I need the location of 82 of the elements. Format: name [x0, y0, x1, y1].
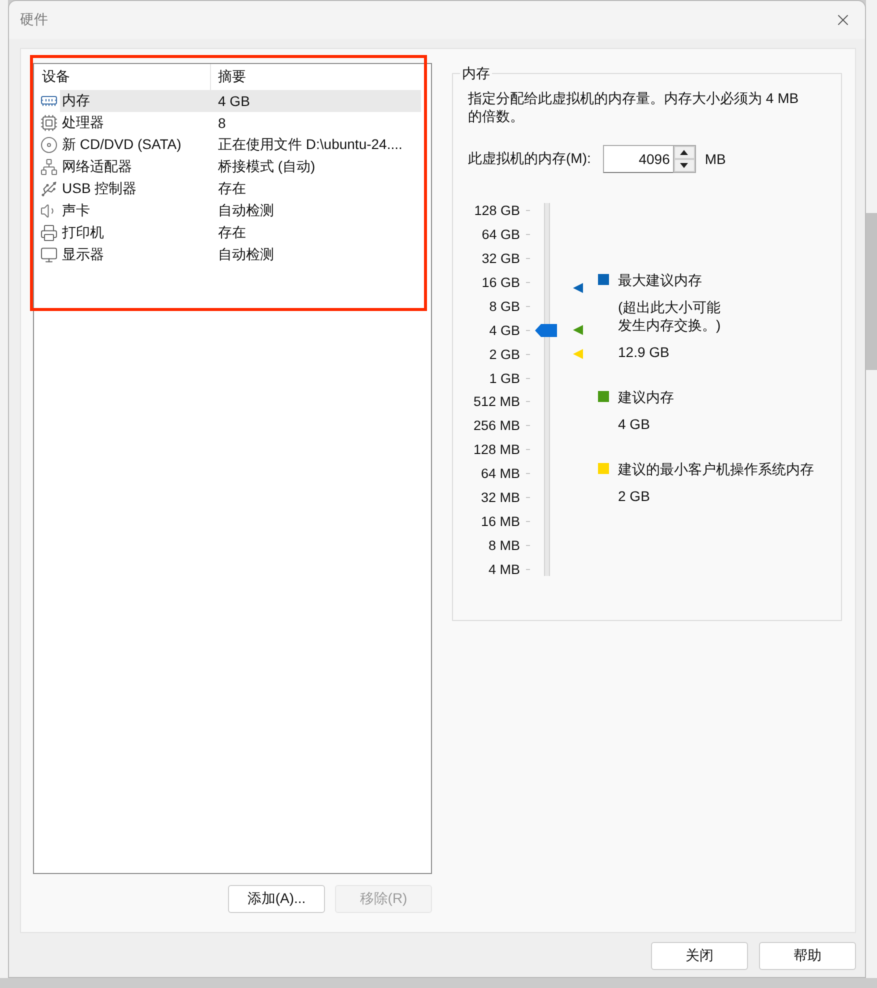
disc-icon: [40, 136, 58, 154]
scale-label: 8 MB: [487, 538, 520, 553]
help-button[interactable]: 帮助: [759, 942, 856, 970]
legend-label: 建议内存: [618, 388, 674, 406]
scale-label: 1 GB: [488, 370, 520, 386]
add-button[interactable]: 添加(A)...: [228, 885, 325, 913]
scale-label: 512 MB: [472, 394, 520, 410]
tick-mark: [526, 449, 530, 450]
close-dialog-button[interactable]: 关闭: [651, 942, 748, 970]
unit-label: MB: [704, 151, 726, 167]
tick-mark: [526, 282, 530, 284]
device-name: 网络适配器: [62, 158, 132, 176]
legend-value: 4 GB: [618, 415, 651, 433]
monitor-icon: [40, 246, 58, 264]
scale-label: 8 GB: [488, 298, 520, 314]
tick-mark: [526, 520, 530, 522]
legend-label: 最大建议内存: [618, 271, 703, 289]
device-summary: 桥接模式 (自动): [217, 158, 316, 176]
device-summary: 自动检测: [217, 202, 275, 220]
scale-label: 64 GB: [480, 227, 520, 242]
device-name: 显示器: [62, 246, 104, 264]
device-row[interactable]: 显示器 自动检测: [34, 244, 421, 266]
group-title: 内存: [461, 65, 491, 81]
network-icon: [40, 158, 58, 176]
legend-value: 12.9 GB: [618, 343, 670, 361]
window-title: 硬件: [20, 11, 48, 29]
device-summary: 存在: [217, 224, 247, 242]
device-row[interactable]: 处理器 8: [34, 112, 421, 134]
device-name: USB 控制器: [62, 180, 137, 198]
scale-label: 64 MB: [480, 466, 520, 482]
legend-label: 建议的最小客户机操作系统内存: [618, 460, 814, 478]
usb-icon: [40, 180, 58, 198]
device-row[interactable]: USB 控制器 存在: [34, 178, 421, 200]
scale-label: 128 MB: [472, 442, 520, 458]
legend-value: 2 GB: [618, 487, 651, 505]
scale-label: 2 GB: [488, 346, 520, 362]
device-row[interactable]: 网络适配器 桥接模式 (自动): [34, 156, 421, 178]
scale-label: 4 GB: [488, 322, 520, 338]
tick-mark: [526, 234, 530, 236]
printer-icon: [40, 224, 58, 242]
device-name: 处理器: [62, 114, 104, 132]
spin-up-button[interactable]: [674, 146, 695, 159]
tick-mark: [526, 378, 530, 379]
tick-mark: [526, 425, 530, 426]
tick-mark: [526, 568, 530, 570]
scale-label: 32 GB: [480, 251, 520, 266]
tick-mark: [526, 258, 530, 260]
tick-mark: [526, 496, 530, 498]
device-row[interactable]: 新 CD/DVD (SATA) 正在使用文件 D:\ubuntu-24....: [34, 134, 421, 156]
caret-up-icon: [680, 150, 688, 155]
device-summary: 存在: [217, 180, 247, 198]
legend-note: (超出此大小可能发生内存交换。): [618, 298, 722, 334]
scale-label: 16 MB: [480, 514, 520, 529]
device-name: 声卡: [62, 202, 90, 220]
description-text: 指定分配给此虚拟机的内存量。内存大小必须为 4 MB 的倍数。: [468, 89, 800, 125]
caret-down-icon: [680, 163, 688, 168]
tick-mark: [526, 306, 530, 307]
device-row[interactable]: 打印机 存在: [34, 222, 421, 244]
tick-mark: [526, 210, 530, 212]
scale-label: 128 GB: [473, 203, 520, 218]
scale-label: 256 MB: [472, 418, 520, 434]
slider-thumb[interactable]: [535, 324, 557, 337]
scale-label: 32 MB: [480, 490, 520, 505]
device-summary: 8: [217, 115, 227, 131]
device-name: 打印机: [62, 224, 104, 242]
tick-mark: [526, 544, 530, 546]
tick-mark: [526, 354, 530, 355]
chip-icon: [40, 114, 58, 132]
scale-label: 4 MB: [487, 562, 520, 577]
field-label: 此虚拟机的内存(M):: [468, 150, 591, 168]
scale-label: 16 GB: [480, 275, 520, 290]
device-summary: 自动检测: [217, 246, 275, 264]
spin-down-button[interactable]: [674, 159, 695, 172]
device-summary: 4 GB: [217, 93, 251, 109]
tick-mark: [526, 330, 530, 331]
memory-input[interactable]: 4096: [602, 145, 673, 173]
device-name: 新 CD/DVD (SATA): [62, 136, 182, 154]
tick-mark: [526, 473, 530, 474]
device-row[interactable]: 声卡 自动检测: [34, 200, 421, 222]
device-summary: 正在使用文件 D:\ubuntu-24....: [217, 136, 404, 154]
tick-mark: [526, 401, 530, 402]
device-name: 内存: [62, 92, 90, 110]
